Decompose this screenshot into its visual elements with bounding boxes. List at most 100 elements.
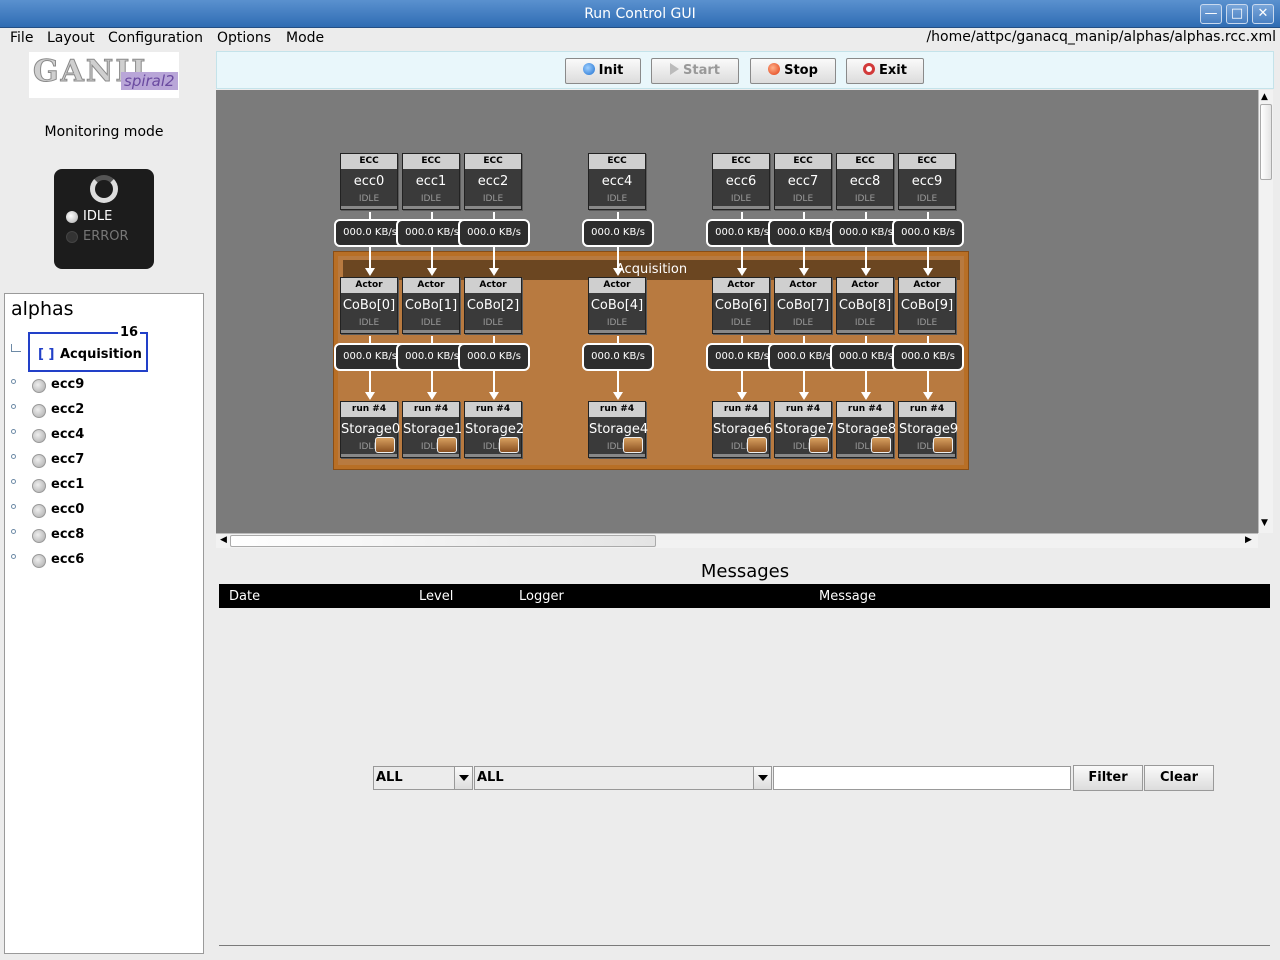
storage-node[interactable]: run #4 Storage8 IDLE: [836, 401, 896, 458]
cobo-node[interactable]: Actor CoBo[1] IDLE: [402, 277, 460, 334]
arrow-icon: [613, 268, 623, 276]
storage-node[interactable]: run #4 Storage2 IDLE: [464, 401, 524, 458]
storage-disk-icon: [747, 437, 767, 453]
ecc-node[interactable]: ECC ecc8 IDLE: [836, 153, 894, 210]
arrow-icon: [427, 392, 437, 400]
menu-configuration[interactable]: Configuration: [108, 29, 203, 47]
expand-icon[interactable]: [11, 404, 16, 409]
scroll-down-icon[interactable]: ▼: [1261, 518, 1268, 528]
column-date[interactable]: Date: [229, 589, 260, 604]
ecc-node[interactable]: ECC ecc6 IDLE: [712, 153, 770, 210]
cobo-node[interactable]: Actor CoBo[9] IDLE: [898, 277, 956, 334]
node-state: IDLE: [792, 318, 814, 328]
expand-icon[interactable]: [11, 379, 16, 384]
storage-node[interactable]: run #4 Storage7 IDLE: [774, 401, 834, 458]
scroll-right-icon[interactable]: ▶: [1245, 535, 1252, 545]
storage-node[interactable]: run #4 Storage6 IDLE: [712, 401, 772, 458]
chevron-down-icon[interactable]: [454, 767, 472, 789]
storage-disk-icon: [623, 437, 643, 453]
column-level[interactable]: Level: [419, 589, 453, 604]
menu-options[interactable]: Options: [217, 29, 271, 47]
storage-disk-icon: [809, 437, 829, 453]
cobo-node[interactable]: Actor CoBo[2] IDLE: [464, 277, 522, 334]
node-state: IDLE: [854, 194, 876, 204]
node-bar: [465, 206, 521, 209]
status-dot-icon: [32, 554, 46, 568]
horizontal-scrollbar[interactable]: ◀ ▶: [216, 533, 1258, 548]
cobo-node[interactable]: Actor CoBo[8] IDLE: [836, 277, 894, 334]
maximize-icon[interactable]: □: [1226, 4, 1248, 24]
stop-button[interactable]: Stop: [750, 58, 836, 84]
node-state: IDLE: [606, 318, 628, 328]
menu-file[interactable]: File: [10, 29, 33, 47]
tree-item-ecc8[interactable]: ecc8: [5, 526, 195, 546]
node-header: Actor: [713, 278, 769, 293]
tree-item-ecc4[interactable]: ecc4: [5, 426, 195, 446]
expand-icon[interactable]: [11, 479, 16, 484]
menu-layout[interactable]: Layout: [47, 29, 95, 47]
ecc-node[interactable]: ECC ecc2 IDLE: [464, 153, 522, 210]
expand-icon[interactable]: [11, 504, 16, 509]
clear-button[interactable]: Clear: [1144, 765, 1214, 791]
close-icon[interactable]: ✕: [1252, 4, 1274, 24]
tree-item-ecc7[interactable]: ecc7: [5, 451, 195, 471]
cobo-node[interactable]: Actor CoBo[4] IDLE: [588, 277, 646, 334]
expand-icon[interactable]: [11, 454, 16, 459]
vertical-scrollbar[interactable]: ▲ ▼: [1258, 90, 1273, 533]
node-bar: [403, 330, 459, 333]
tree-item-ecc2[interactable]: ecc2: [5, 401, 195, 421]
rate-label: 000.0 KB/s: [582, 343, 654, 371]
rate-label: 000.0 KB/s: [458, 219, 530, 247]
ecc-node[interactable]: ECC ecc4 IDLE: [588, 153, 646, 210]
node-header: ECC: [341, 154, 397, 169]
filter-button[interactable]: Filter: [1073, 765, 1143, 791]
tree-item-ecc9[interactable]: ecc9: [5, 376, 195, 396]
tree-item-ecc6[interactable]: ecc6: [5, 551, 195, 571]
cobo-node[interactable]: Actor CoBo[7] IDLE: [774, 277, 832, 334]
horizontal-scroll-thumb[interactable]: [230, 535, 656, 547]
exit-button[interactable]: Exit: [846, 58, 924, 84]
ecc-node[interactable]: ECC ecc1 IDLE: [402, 153, 460, 210]
logger-filter-select[interactable]: ALL: [474, 766, 772, 790]
vertical-scroll-thumb[interactable]: [1260, 104, 1272, 180]
level-filter-select[interactable]: ALL: [373, 766, 473, 790]
node-header: run #4: [775, 402, 831, 417]
arrow-icon: [613, 392, 623, 400]
filter-text-input[interactable]: [773, 766, 1071, 790]
node-header: run #4: [589, 402, 645, 417]
scroll-left-icon[interactable]: ◀: [220, 535, 227, 545]
node-header: Actor: [403, 278, 459, 293]
exit-label: Exit: [879, 63, 907, 78]
tree-handle-icon[interactable]: [11, 344, 21, 352]
tree-item-ecc1[interactable]: ecc1: [5, 476, 195, 496]
storage-node[interactable]: run #4 Storage9 IDLE: [898, 401, 958, 458]
expand-icon[interactable]: [11, 529, 16, 534]
column-message[interactable]: Message: [819, 589, 876, 604]
cobo-node[interactable]: Actor CoBo[6] IDLE: [712, 277, 770, 334]
minimize-icon[interactable]: —: [1200, 4, 1222, 24]
tree-root[interactable]: alphas: [11, 298, 74, 320]
storage-node[interactable]: run #4 Storage1 IDLE: [402, 401, 463, 458]
node-state: IDLE: [606, 194, 628, 204]
ecc-node[interactable]: ECC ecc7 IDLE: [774, 153, 832, 210]
init-button[interactable]: Init: [565, 58, 641, 84]
column-logger[interactable]: Logger: [519, 589, 564, 604]
node-name: Storage0: [341, 422, 401, 437]
node-name: Storage1: [403, 422, 463, 437]
menu-mode[interactable]: Mode: [286, 29, 324, 47]
exit-icon: [863, 63, 876, 75]
expand-icon[interactable]: [11, 554, 16, 559]
chevron-down-icon[interactable]: [753, 767, 771, 789]
tree-item-acquisition[interactable]: 16 [ ] Acquisition: [28, 325, 148, 372]
ecc-node[interactable]: ECC ecc0 IDLE: [340, 153, 398, 210]
ecc-node[interactable]: ECC ecc9 IDLE: [898, 153, 956, 210]
node-name: CoBo[2]: [466, 298, 520, 313]
tree-item-ecc0[interactable]: ecc0: [5, 501, 195, 521]
start-button[interactable]: Start: [651, 58, 739, 84]
node-header: run #4: [899, 402, 955, 417]
storage-node[interactable]: run #4 Storage0 IDLE: [340, 401, 401, 458]
expand-icon[interactable]: [11, 429, 16, 434]
scroll-up-icon[interactable]: ▲: [1261, 92, 1268, 102]
cobo-node[interactable]: Actor CoBo[0] IDLE: [340, 277, 398, 334]
storage-node[interactable]: run #4 Storage4 IDLE: [588, 401, 648, 458]
